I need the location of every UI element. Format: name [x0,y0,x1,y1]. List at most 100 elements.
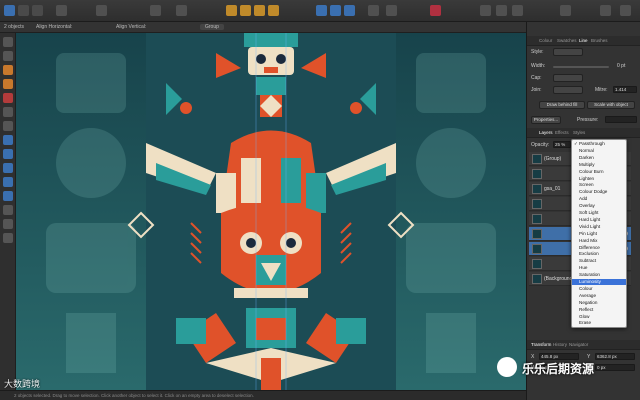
shape-tool-icon[interactable] [3,163,13,173]
layer-name: (Group) [544,156,562,162]
persona-designer-icon[interactable] [4,5,15,16]
node-tool-icon[interactable] [3,51,13,61]
blend-mode-item[interactable]: Subtract [572,258,626,264]
star-tool-icon[interactable] [3,191,13,201]
tab-swatches[interactable]: Swatches [557,38,577,43]
persona-export-icon[interactable] [32,5,43,16]
join-buttons[interactable] [553,86,583,94]
width-value[interactable]: 0 pt [617,63,625,69]
h-field[interactable]: 0 px [595,364,635,371]
blend-mode-item[interactable]: Hard Light [572,217,626,223]
blend-mode-item[interactable]: Reflect [572,307,626,313]
align-center-icon[interactable] [330,5,341,16]
move-tool-icon[interactable] [3,37,13,47]
blend-mode-item[interactable]: Erase [572,320,626,326]
canvas[interactable] [16,33,526,390]
main-toolbar [0,0,640,22]
fill-tool-icon[interactable] [3,107,13,117]
blend-mode-item[interactable]: Saturation [572,272,626,278]
tab-brushes[interactable]: Brushes [591,38,608,43]
style-buttons[interactable] [553,48,583,56]
boolean-intersect-icon[interactable] [512,5,523,16]
triangle-tool-icon[interactable] [3,177,13,187]
boolean-add-icon[interactable] [480,5,491,16]
tab-history[interactable]: History [553,342,567,347]
flip-icon[interactable] [368,5,379,16]
pen-tool-icon[interactable] [3,65,13,75]
view-mode-icon[interactable] [150,5,161,16]
transparency-tool-icon[interactable] [3,121,13,131]
geometry-icon[interactable] [430,5,441,16]
blend-mode-item[interactable]: Average [572,293,626,299]
pencil-tool-icon[interactable] [3,79,13,89]
text-tool-icon[interactable] [3,205,13,215]
blend-mode-item[interactable]: Vivid Light [572,224,626,230]
snapping-icon[interactable] [96,5,107,16]
blend-mode-item[interactable]: Hard Mix [572,238,626,244]
tab-line[interactable]: Line [579,38,588,43]
view-options-icon[interactable] [560,5,571,16]
blend-mode-item[interactable]: Overlay [572,203,626,209]
blend-mode-item[interactable]: Colour Dodge [572,189,626,195]
group-button[interactable]: Group [200,24,224,30]
scale-with-object-button[interactable]: Scale with object [587,101,635,109]
blend-mode-item[interactable]: Exclusion [572,251,626,257]
blend-mode-item[interactable]: Glow [572,314,626,320]
align-horizontal-label[interactable]: Align Horizontal: [36,24,72,30]
join-label: Join: [531,87,542,93]
blend-mode-item[interactable]: Difference [572,245,626,251]
rectangle-tool-icon[interactable] [3,135,13,145]
ellipse-tool-icon[interactable] [3,149,13,159]
layer-tabs: Layers Effects Styles [527,128,640,138]
blend-mode-item[interactable]: Lighten [572,176,626,182]
properties-button[interactable]: Properties... [531,116,561,124]
width-slider[interactable] [553,66,609,68]
blend-mode-item[interactable]: Soft Light [572,210,626,216]
mitre-label: Mitre: [595,87,608,93]
blend-mode-item[interactable]: Pin Light [572,231,626,237]
blend-mode-item[interactable]: Negation [572,300,626,306]
blend-mode-item[interactable]: Darken [572,155,626,161]
layer-thumbnail [532,199,542,209]
arrange-back-icon[interactable] [226,5,237,16]
brush-tool-icon[interactable] [3,93,13,103]
align-left-icon[interactable] [316,5,327,16]
persona-pixel-icon[interactable] [18,5,29,16]
assistant-icon[interactable] [600,5,611,16]
hand-tool-icon[interactable] [3,219,13,229]
rotate-icon[interactable] [386,5,397,16]
blend-mode-item[interactable]: Multiply [572,162,626,168]
insert-icon[interactable] [176,5,187,16]
pressure-field[interactable] [605,116,637,123]
x-field[interactable]: 445.8 px [539,353,579,360]
tab-colour[interactable]: Colour [539,38,552,43]
align-right-icon[interactable] [344,5,355,16]
tab-layers[interactable]: Layers [539,130,553,135]
preferences-icon[interactable] [620,5,631,16]
document-setup-icon[interactable] [56,5,67,16]
arrange-front-icon[interactable] [268,5,279,16]
boolean-subtract-icon[interactable] [496,5,507,16]
cap-buttons[interactable] [553,74,583,82]
tab-styles[interactable]: Styles [573,130,585,135]
blend-mode-item[interactable]: Colour Burn [572,169,626,175]
tab-effects[interactable]: Effects [555,130,569,135]
y-field[interactable]: 6362.8 px [595,353,635,360]
align-vertical-label[interactable]: Align Vertical: [116,24,146,30]
blend-mode-item[interactable]: Colour [572,286,626,292]
tab-transform[interactable]: Transform [531,342,551,347]
blend-mode-item[interactable]: Add [572,196,626,202]
blend-mode-item[interactable]: Passthrough [572,141,626,147]
blend-mode-item[interactable]: Hue [572,265,626,271]
opacity-field[interactable]: 25 % [553,141,571,148]
blend-mode-item[interactable]: Normal [572,148,626,154]
arrange-forward-icon[interactable] [254,5,265,16]
blend-mode-item[interactable]: Screen [572,182,626,188]
mitre-field[interactable]: 1.414 [613,86,637,93]
tab-navigator[interactable]: Navigator [569,342,588,347]
zoom-tool-icon[interactable] [3,233,13,243]
draw-behind-fill-button[interactable]: Draw behind fill [539,101,585,109]
blend-mode-item[interactable]: Luminosity [572,279,626,285]
arrange-backward-icon[interactable] [240,5,251,16]
context-toolbar: 2 objects Align Horizontal: Align Vertic… [0,22,526,33]
